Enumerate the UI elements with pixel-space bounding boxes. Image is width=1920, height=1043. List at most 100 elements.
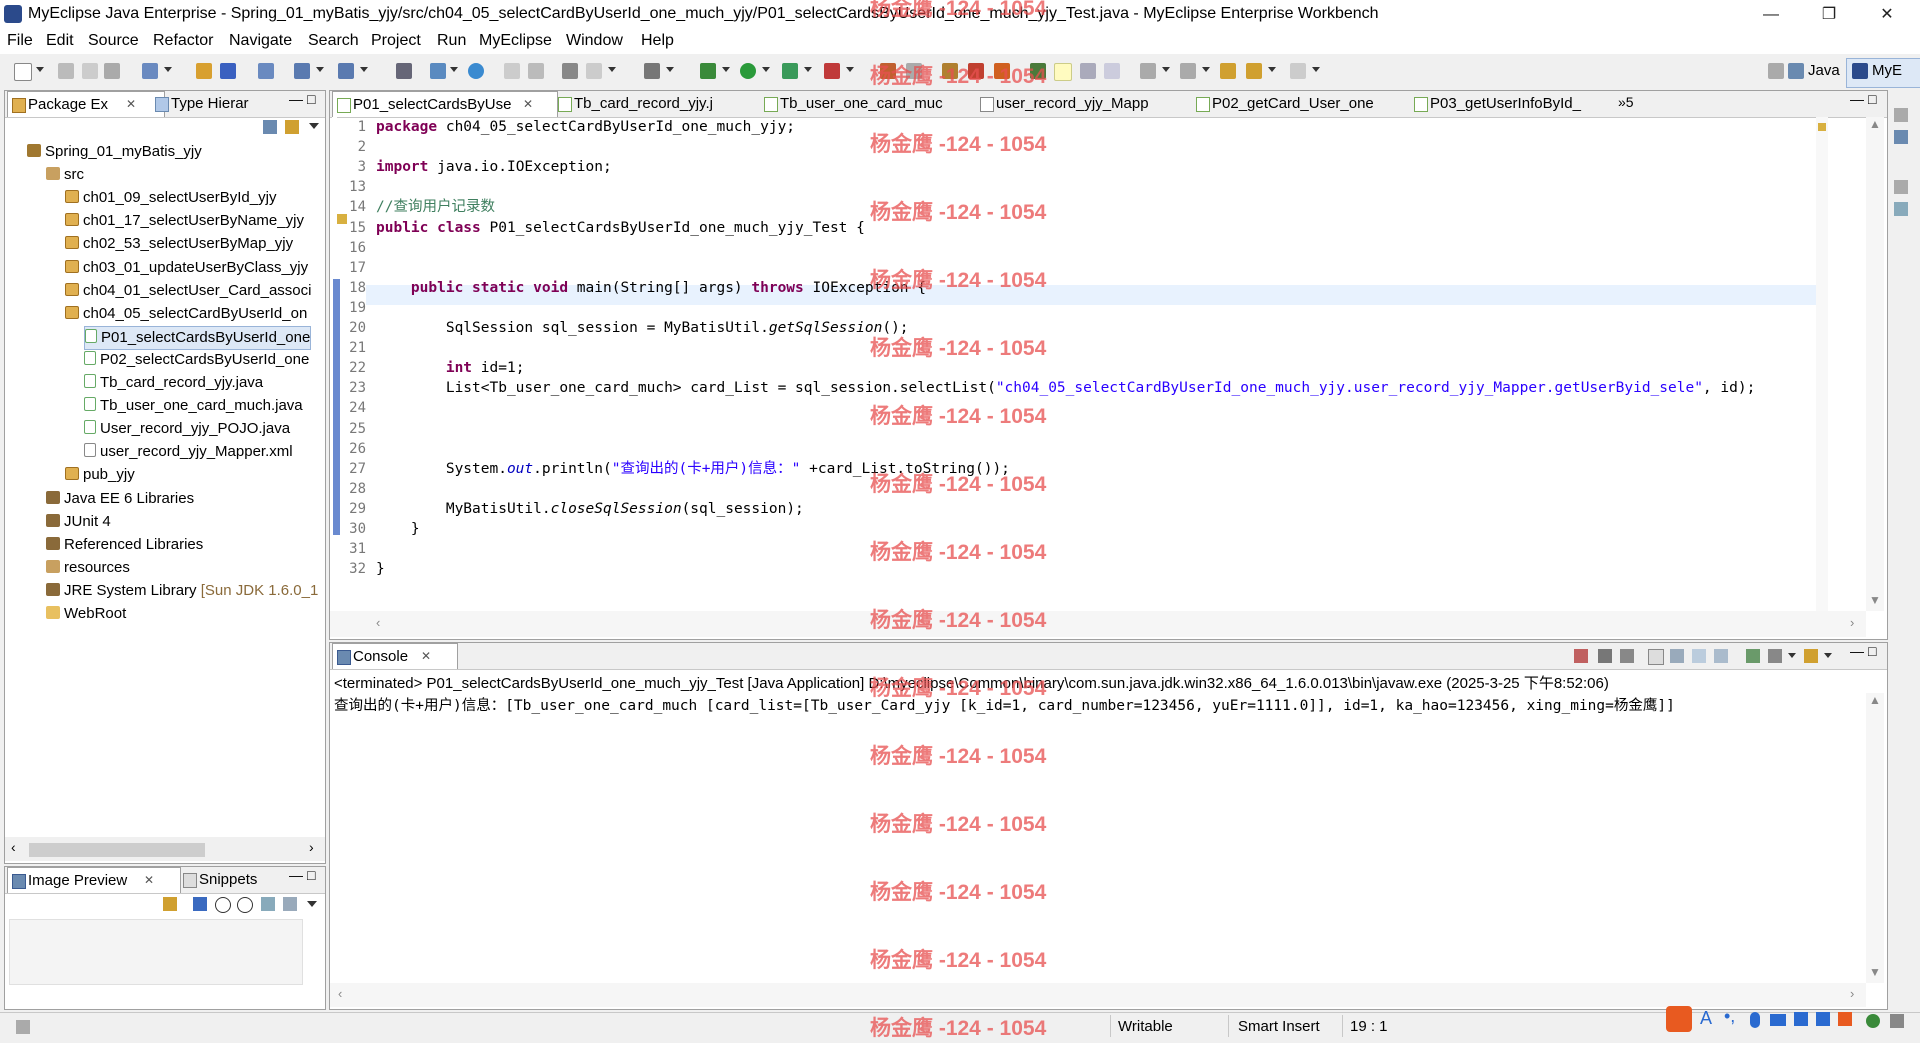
ime-voice-icon[interactable] [1750, 1012, 1760, 1028]
remove-all-launches-icon[interactable] [1620, 649, 1634, 663]
link-with-editor-icon[interactable] [285, 120, 299, 134]
tree-item[interactable]: user_record_yjy_Mapper.xml [84, 441, 293, 463]
code-area[interactable]: 1 package ch04_05_selectCardByUserId_one_… [340, 119, 1816, 599]
actual-size-icon[interactable] [261, 897, 275, 911]
menu-refactor[interactable]: Refactor [153, 32, 213, 50]
new-icon[interactable] [14, 63, 32, 81]
menu-help[interactable]: Help [641, 32, 674, 50]
previous-annotation-icon[interactable] [1180, 63, 1196, 79]
tree-item[interactable]: Tb_user_one_card_much.java [84, 395, 303, 417]
tree-item[interactable]: Java EE 6 Libraries [46, 488, 194, 510]
menu-project[interactable]: Project [371, 32, 421, 50]
sync-icon[interactable] [504, 63, 520, 79]
next-annotation-icon[interactable] [1140, 63, 1156, 79]
refresh-icon[interactable] [528, 63, 544, 79]
code-line[interactable]: List<Tb_user_one_card_much> card_List = … [376, 380, 1755, 396]
view-menu-icon[interactable] [307, 901, 317, 907]
sync-preview-icon[interactable] [163, 897, 177, 911]
tab-editor-tb-card-record[interactable]: Tb_card_record_yjy.j [554, 91, 770, 116]
minimize-view-icon[interactable]: — [289, 91, 303, 107]
next-annotation-dropdown-icon[interactable] [1162, 67, 1170, 72]
web-service-icon[interactable] [338, 63, 354, 79]
zoom-in-icon[interactable] [237, 897, 253, 913]
menu-search[interactable]: Search [308, 32, 359, 50]
remove-launch-icon[interactable] [1598, 649, 1612, 663]
console-horizontal-scrollbar[interactable]: ‹ › [330, 983, 1866, 1007]
tab-editor-mapper-xml[interactable]: user_record_yjy_Mapp [976, 91, 1202, 116]
code-line[interactable]: } [376, 521, 420, 537]
run-server-icon[interactable] [294, 63, 310, 79]
zoom-out-icon[interactable] [215, 897, 231, 913]
tree-item[interactable]: ch01_09_selectUserById_yjy [65, 187, 276, 209]
console-toggle-dropdown-icon[interactable] [666, 67, 674, 72]
open-perspective-button[interactable] [1768, 63, 1784, 79]
ime-tools-icon[interactable] [1816, 1012, 1830, 1026]
menu-window[interactable]: Window [566, 32, 623, 50]
ime-punctuation-icon[interactable]: •, [1724, 1006, 1735, 1027]
tab-editor-p02[interactable]: P02_getCard_User_one [1192, 91, 1418, 116]
pin-console-icon[interactable] [1746, 649, 1760, 663]
menu-navigate[interactable]: Navigate [229, 32, 292, 50]
maximize-view-icon[interactable]: □ [307, 867, 315, 883]
tab-image-preview[interactable]: Image Preview ✕ [7, 867, 181, 893]
code-line[interactable]: int id=1; [376, 360, 525, 376]
print-icon[interactable] [104, 63, 120, 79]
overview-warning-marker[interactable] [1818, 123, 1826, 131]
restore-button[interactable]: ❐ [1802, 0, 1856, 29]
maximize-view-icon[interactable]: □ [307, 91, 315, 107]
forward-dropdown-icon[interactable] [1312, 67, 1320, 72]
show-whitespace-icon[interactable] [1104, 63, 1120, 79]
scroll-left-icon[interactable]: ‹ [338, 986, 342, 1001]
restore-view-icon[interactable] [1894, 108, 1908, 122]
fit-window-icon[interactable] [283, 897, 297, 911]
tab-editor-p03[interactable]: P03_getUserInfoById_ [1410, 91, 1626, 116]
code-line[interactable]: } [376, 561, 385, 577]
console-toggle-icon[interactable] [644, 63, 660, 79]
minimize-button[interactable]: — [1744, 0, 1798, 29]
tree-item[interactable]: resources [46, 557, 130, 579]
code-line[interactable]: MyBatisUtil.closeSqlSession(sql_session)… [376, 501, 804, 517]
last-edit-icon[interactable] [1220, 63, 1236, 79]
tasks-view-icon[interactable] [1894, 202, 1908, 216]
java-perspective-button[interactable]: Java [1808, 62, 1840, 79]
tree-item[interactable]: JRE System Library [Sun JDK 1.6.0_1 [46, 580, 318, 602]
scrollbar-thumb[interactable] [29, 843, 205, 857]
tree-item[interactable]: User_record_yjy_POJO.java [84, 418, 290, 440]
outline-view-icon[interactable] [1894, 130, 1908, 144]
back-dropdown-icon[interactable] [1268, 67, 1276, 72]
tree-item[interactable]: P01_selectCardsByUserId_one [84, 325, 312, 350]
minimize-editor-icon[interactable]: — [1850, 91, 1864, 107]
tree-item[interactable]: ch02_53_selectUserByMap_yjy [65, 233, 293, 255]
restore-view-icon[interactable] [1894, 180, 1908, 194]
menu-source[interactable]: Source [88, 32, 139, 50]
editor-vertical-scrollbar[interactable]: ▲ ▼ [1866, 117, 1884, 611]
scroll-left-icon[interactable]: ‹ [11, 839, 16, 855]
scroll-up-icon[interactable]: ▲ [1869, 693, 1881, 707]
tree-item[interactable]: Spring_01_myBatis_yjy [27, 141, 202, 163]
close-icon[interactable]: ✕ [523, 92, 533, 117]
new-dropdown-icon[interactable] [36, 67, 44, 72]
build-icon[interactable] [430, 63, 446, 79]
menu-edit[interactable]: Edit [46, 32, 74, 50]
terminate-icon[interactable] [1574, 649, 1588, 663]
view-menu-icon[interactable] [309, 123, 319, 129]
external-tools-dropdown-icon[interactable] [608, 67, 616, 72]
save-all-icon[interactable] [82, 63, 98, 79]
maximize-editor-icon[interactable]: □ [1868, 91, 1876, 107]
save-icon[interactable] [58, 63, 74, 79]
external-run-dropdown-icon[interactable] [846, 67, 854, 72]
tab-console[interactable]: Console ✕ [332, 643, 458, 669]
minimize-view-icon[interactable]: — [1850, 643, 1864, 659]
open-task-icon[interactable] [220, 63, 236, 79]
tree-item[interactable]: ch01_17_selectUserByName_yjy [65, 210, 304, 232]
more-tabs-button[interactable]: »5 [1618, 94, 1634, 110]
show-console-on-output-icon[interactable] [1714, 649, 1728, 663]
editor-horizontal-scrollbar[interactable]: ‹ › [330, 611, 1866, 637]
tab-snippets[interactable]: Snippets [179, 867, 299, 892]
tree-item[interactable]: src [46, 164, 84, 186]
collapse-all-icon[interactable] [263, 120, 277, 134]
ime-skin-icon[interactable] [1794, 1012, 1808, 1026]
tree-item[interactable]: ch04_05_selectCardByUserId_on [65, 303, 307, 325]
external-run-icon[interactable] [824, 63, 840, 79]
server-dropdown-icon[interactable] [164, 67, 172, 72]
